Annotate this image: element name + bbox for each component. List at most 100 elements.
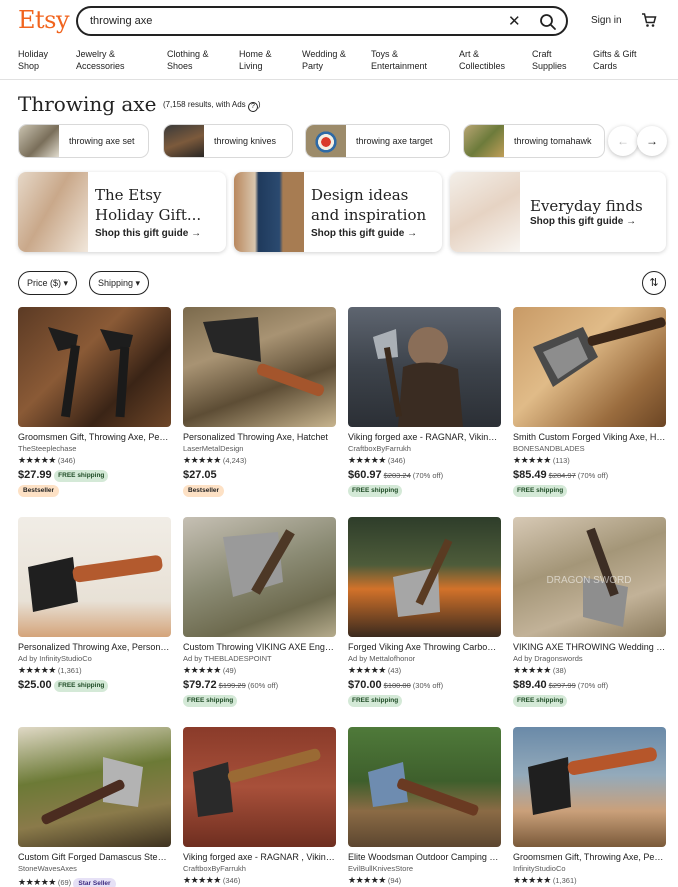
listing-shop[interactable]: Ad by Dragonswords	[513, 654, 666, 664]
star-rating-icon: ★★★★★	[18, 665, 56, 675]
price-filter-button[interactable]: Price ($) ▾	[18, 271, 78, 295]
listing-image[interactable]	[348, 307, 501, 427]
listing-title[interactable]: Viking forged axe - RAGNAR , Viking axe	[183, 852, 336, 863]
info-icon[interactable]: ?	[247, 102, 258, 112]
listing-card[interactable]: Viking forged axe - RAGNAR , Viking axe …	[183, 727, 336, 886]
listing-shop[interactable]: CraftboxByFarrukh	[183, 864, 336, 874]
listing-image[interactable]	[18, 727, 171, 847]
listing-image[interactable]	[183, 307, 336, 427]
related-search-chip[interactable]: throwing tomahawk	[463, 124, 605, 158]
listing-card[interactable]: DRAGON SWORD VIKING AXE THROWING Wedding…	[513, 517, 666, 707]
listing-shop[interactable]: LaserMetalDesign	[183, 444, 336, 454]
axe-illustration	[223, 529, 295, 597]
listing-image[interactable]	[513, 307, 666, 427]
header: Etsy throwing axe ✕ Sign in	[0, 0, 678, 42]
category-label-line1: Gifts & Gift	[593, 49, 637, 59]
listing-shop[interactable]: StoneWavesAxes	[18, 864, 171, 874]
listing-shop[interactable]: BONESANDBLADES	[513, 444, 666, 454]
listing-card[interactable]: Elite Woodsman Outdoor Camping Hatchet E…	[348, 727, 501, 886]
review-count: (1,361)	[57, 666, 82, 675]
category-wedding[interactable]: Wedding & Party	[302, 48, 366, 72]
gift-guide-card[interactable]: The Etsy Holiday Gift... Shop this gift g…	[18, 172, 226, 252]
gift-guide-link[interactable]: Shop this gift guide →	[311, 228, 417, 239]
listing-shop[interactable]: EvilBullKnivesStore	[348, 864, 501, 874]
listing-card[interactable]: Smith Custom Forged Viking Axe, Handmade…	[513, 307, 666, 497]
gift-guide-image	[234, 172, 304, 252]
listing-card[interactable]: Forged Viking Axe Throwing Carbon Steel …	[348, 517, 501, 707]
carousel-next-button[interactable]: →	[637, 126, 667, 156]
category-clothing[interactable]: Clothing & Shoes	[167, 48, 231, 72]
star-rating-icon: ★★★★★	[513, 875, 551, 885]
listing-card[interactable]: Groomsmen Gift, Throwing Axe, Personaliz…	[513, 727, 666, 886]
listing-shop[interactable]: Ad by InfinityStudioCo	[18, 654, 171, 664]
listing-image[interactable]	[183, 727, 336, 847]
gift-guide-link[interactable]: Shop this gift guide →	[95, 228, 201, 239]
listing-card[interactable]: Custom Gift Forged Damascus Steel Axe St…	[18, 727, 171, 887]
gift-guide-card[interactable]: Everyday finds Shop this gift guide →	[450, 172, 666, 252]
listing-shop[interactable]: CraftboxByFarrukh	[348, 444, 501, 454]
listing-title[interactable]: Viking forged axe - RAGNAR, Viking axe	[348, 432, 501, 443]
sign-in-link[interactable]: Sign in	[591, 15, 622, 26]
category-toys[interactable]: Toys & Entertainment	[371, 48, 446, 72]
listing-title[interactable]: Custom Gift Forged Damascus Steel Axe	[18, 852, 171, 863]
shipping-filter-button[interactable]: Shipping ▾	[89, 271, 150, 295]
listing-price: $27.99	[18, 469, 52, 481]
listing-title[interactable]: Forged Viking Axe Throwing Carbon Steel	[348, 642, 501, 653]
category-jewelry[interactable]: Jewelry & Accessories	[76, 48, 140, 72]
listing-title[interactable]: Personalized Throwing Axe, Hatchet	[183, 432, 336, 443]
star-rating-icon: ★★★★★	[513, 665, 551, 675]
listing-price: $27.05	[183, 469, 217, 481]
listing-image[interactable]	[348, 727, 501, 847]
clear-search-icon[interactable]: ✕	[508, 12, 521, 30]
listing-image[interactable]	[183, 517, 336, 637]
listing-image[interactable]: DRAGON SWORD	[513, 517, 666, 637]
star-rating-icon: ★★★★★	[18, 455, 56, 465]
price-row: $70.00 $100.00 (30% off)	[348, 678, 501, 693]
listing-title[interactable]: Elite Woodsman Outdoor Camping Hatchet	[348, 852, 501, 863]
category-art[interactable]: Art & Collectibles	[459, 48, 523, 72]
listing-title[interactable]: Personalized Throwing Axe, Personalized …	[18, 642, 171, 653]
listing-image[interactable]	[18, 517, 171, 637]
listing-card[interactable]: Viking forged axe - RAGNAR, Viking axe C…	[348, 307, 501, 497]
listing-title[interactable]: Groomsmen Gift, Throwing Axe, Personaliz…	[18, 432, 171, 443]
carousel-prev-button[interactable]: ←	[608, 126, 638, 156]
cart-icon[interactable]	[641, 12, 657, 28]
listing-image[interactable]	[348, 517, 501, 637]
listing-shop[interactable]: TheSteeplechase	[18, 444, 171, 454]
search-bar[interactable]: throwing axe ✕	[76, 6, 568, 36]
review-count: (4,243)	[222, 456, 247, 465]
listing-shop[interactable]: Ad by Mettalofhonor	[348, 654, 501, 664]
listing-title[interactable]: Groomsmen Gift, Throwing Axe, Personaliz…	[513, 852, 666, 863]
listing-card[interactable]: Personalized Throwing Axe, Personalized …	[18, 517, 171, 692]
related-search-chip[interactable]: throwing axe target	[305, 124, 450, 158]
gift-guide-card[interactable]: Design ideas and inspiration Shop this gi…	[234, 172, 442, 252]
category-holiday-shop[interactable]: Holiday Shop	[18, 48, 82, 72]
category-label-line2: Living	[239, 61, 263, 71]
star-rating-icon: ★★★★★	[183, 875, 221, 885]
gift-guide-title-line1: Design ideas	[311, 186, 409, 204]
listing-image[interactable]	[513, 727, 666, 847]
listing-price: $70.00	[348, 679, 382, 691]
category-gifts[interactable]: Gifts & Gift Cards	[593, 48, 657, 72]
listing-image[interactable]	[18, 307, 171, 427]
star-rating-icon: ★★★★★	[183, 665, 221, 675]
search-input[interactable]: throwing axe	[90, 15, 152, 27]
etsy-logo[interactable]: Etsy	[18, 6, 70, 34]
listing-shop[interactable]: Ad by THEBLADESPOINT	[183, 654, 336, 664]
search-icon[interactable]	[538, 12, 558, 32]
listing-card[interactable]: Personalized Throwing Axe, Hatchet Laser…	[183, 307, 336, 497]
related-search-chip[interactable]: throwing knives	[163, 124, 293, 158]
listing-title[interactable]: Smith Custom Forged Viking Axe, Handmade	[513, 432, 666, 443]
related-search-chip[interactable]: throwing axe set	[18, 124, 149, 158]
category-label-line2: Shop	[18, 61, 40, 71]
listing-card[interactable]: Groomsmen Gift, Throwing Axe, Personaliz…	[18, 307, 171, 497]
listing-shop[interactable]: InfinityStudioCo	[513, 864, 666, 874]
original-price: $199.29	[218, 681, 246, 690]
listing-title[interactable]: VIKING AXE THROWING Wedding Gift	[513, 642, 666, 653]
gift-guide-link[interactable]: Shop this gift guide →	[530, 216, 636, 227]
category-craft[interactable]: Craft Supplies	[532, 48, 596, 72]
listing-card[interactable]: Custom Throwing VIKING AXE Engraved Ad b…	[183, 517, 336, 707]
category-home[interactable]: Home & Living	[239, 48, 303, 72]
sort-icon[interactable]: ⇅	[642, 271, 666, 295]
listing-title[interactable]: Custom Throwing VIKING AXE Engraved	[183, 642, 336, 653]
